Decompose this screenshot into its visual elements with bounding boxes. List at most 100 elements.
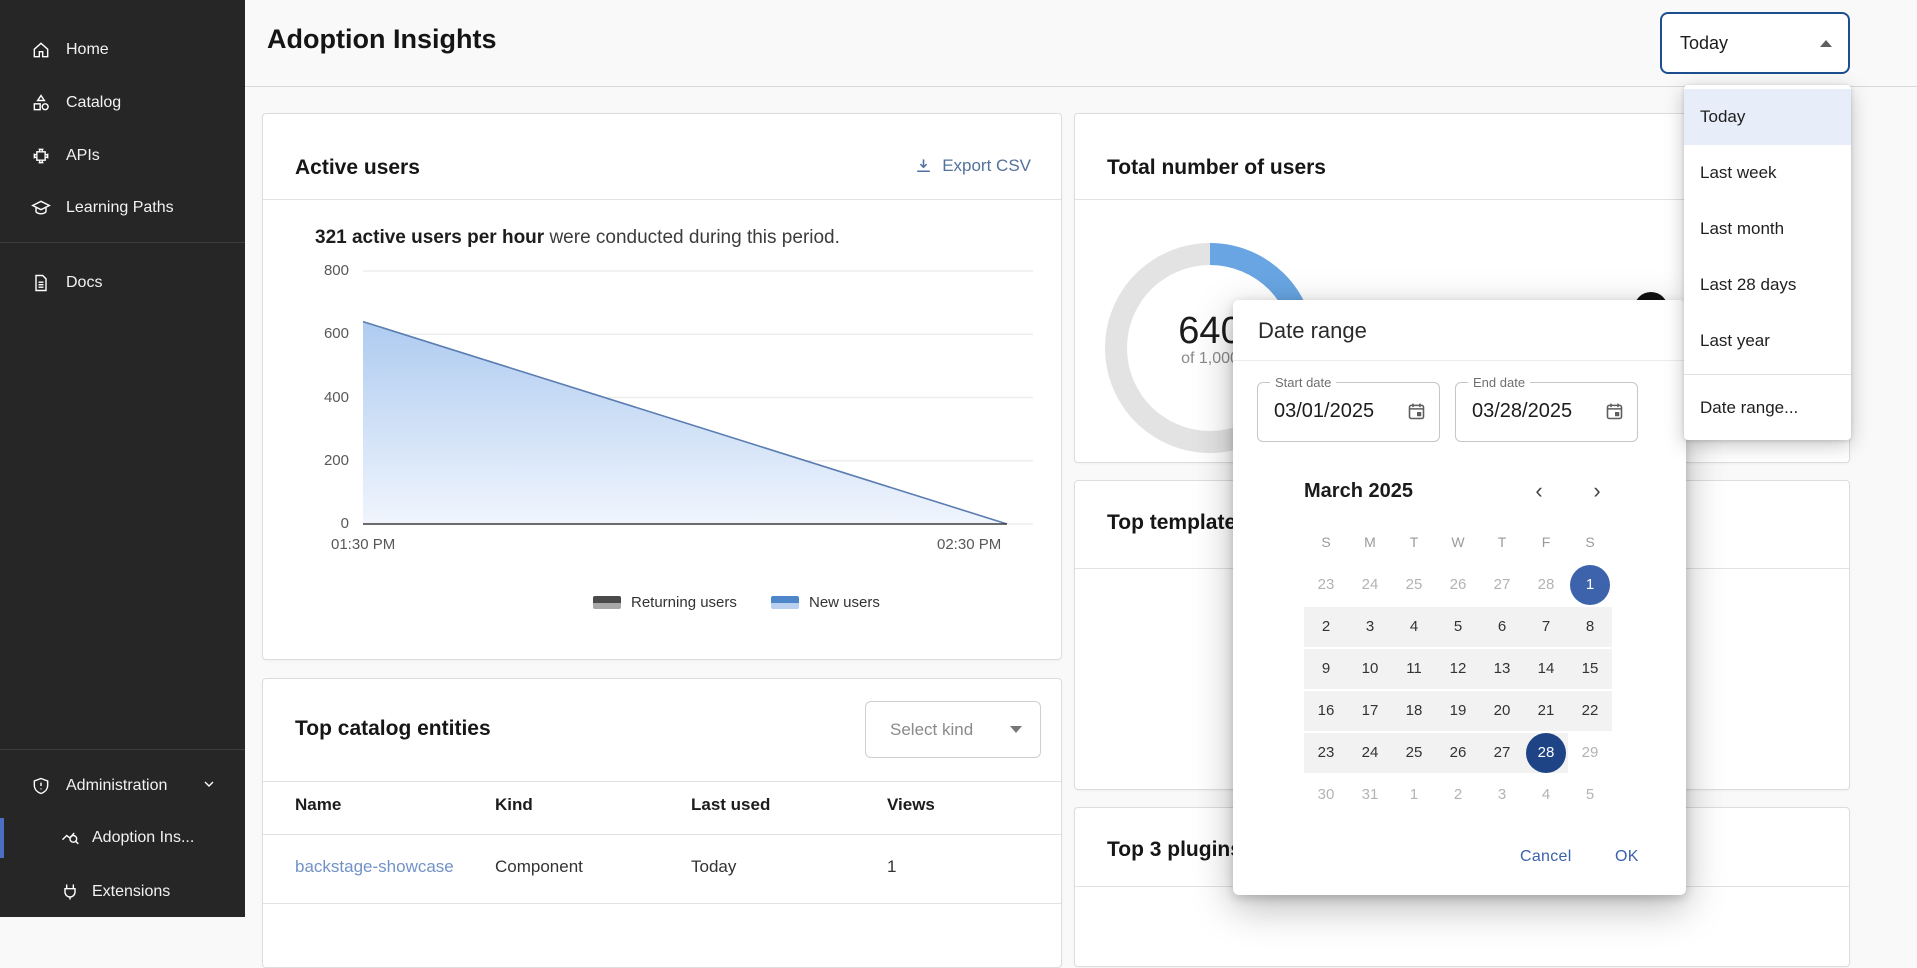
menu-item-last-28-days[interactable]: Last 28 days — [1684, 257, 1851, 313]
calendar-day[interactable]: 2 — [1304, 607, 1348, 647]
legend-returning-users: Returning users — [593, 594, 737, 611]
calendar-day[interactable]: 11 — [1392, 649, 1436, 689]
period-select[interactable]: Today — [1660, 12, 1850, 74]
calendar-day[interactable]: 27 — [1480, 733, 1524, 773]
export-csv-button[interactable]: Export CSV — [914, 156, 1031, 176]
weekday-label: W — [1436, 522, 1480, 562]
sidebar-item-administration[interactable]: Administration — [0, 766, 245, 806]
calendar-day[interactable]: 14 — [1524, 649, 1568, 689]
legend-label: New users — [809, 594, 880, 611]
calendar-day[interactable]: 9 — [1304, 649, 1348, 689]
calendar-day[interactable]: 23 — [1304, 565, 1348, 605]
calendar-next-button[interactable]: › — [1583, 478, 1611, 504]
calendar-day[interactable]: 21 — [1524, 691, 1568, 731]
ok-button[interactable]: OK — [1615, 848, 1639, 866]
table-divider — [263, 903, 1061, 904]
weekday-label: M — [1348, 522, 1392, 562]
start-date-field[interactable]: Start date 03/01/2025 — [1257, 382, 1440, 442]
x-axis-tick: 01:30 PM — [331, 536, 395, 553]
calendar-day[interactable]: 10 — [1348, 649, 1392, 689]
calendar-day[interactable]: 24 — [1348, 733, 1392, 773]
calendar-day[interactable]: 27 — [1480, 565, 1524, 605]
calendar-day[interactable]: 17 — [1348, 691, 1392, 731]
y-axis-tick: 800 — [301, 262, 349, 279]
entity-name-link[interactable]: backstage-showcase — [295, 857, 454, 877]
card-title: Top 3 plugins — [1107, 838, 1242, 862]
calendar-day[interactable]: 2 — [1436, 775, 1480, 815]
calendar-icon — [1604, 401, 1625, 422]
shield-icon — [31, 776, 51, 796]
summary-bold: 321 active users per hour — [315, 227, 544, 248]
calendar-day[interactable]: 12 — [1436, 649, 1480, 689]
calendar-day[interactable]: 23 — [1304, 733, 1348, 773]
header-divider — [245, 86, 1917, 87]
card-header-divider — [263, 199, 1061, 200]
calendar-day[interactable]: 8 — [1568, 607, 1612, 647]
menu-item-last-year[interactable]: Last year — [1684, 313, 1851, 369]
calendar-day[interactable]: 20 — [1480, 691, 1524, 731]
calendar-day[interactable]: 28 — [1524, 733, 1568, 773]
calendar-day[interactable]: 31 — [1348, 775, 1392, 815]
period-menu: Today Last week Last month Last 28 days … — [1684, 85, 1851, 440]
card-title: Top catalog entities — [295, 717, 491, 741]
calendar-day[interactable]: 7 — [1524, 607, 1568, 647]
weekday-label: T — [1480, 522, 1524, 562]
calendar-day[interactable]: 15 — [1568, 649, 1612, 689]
menu-item-last-week[interactable]: Last week — [1684, 145, 1851, 201]
calendar-day[interactable]: 24 — [1348, 565, 1392, 605]
calendar-day[interactable]: 1 — [1568, 565, 1612, 605]
calendar-day[interactable]: 18 — [1392, 691, 1436, 731]
top-catalog-entities-card: Top catalog entities Select kind Name Ki… — [262, 678, 1062, 968]
end-date-field[interactable]: End date 03/28/2025 — [1455, 382, 1638, 442]
calendar-month-label: March 2025 — [1304, 480, 1413, 503]
legend-new-users: New users — [771, 594, 880, 611]
calendar-day[interactable]: 4 — [1524, 775, 1568, 815]
calendar-day[interactable]: 16 — [1304, 691, 1348, 731]
calendar-prev-button[interactable]: ‹ — [1525, 478, 1553, 504]
calendar-day[interactable]: 26 — [1436, 565, 1480, 605]
calendar-day[interactable]: 4 — [1392, 607, 1436, 647]
calendar-day[interactable]: 19 — [1436, 691, 1480, 731]
calendar-day[interactable]: 25 — [1392, 733, 1436, 773]
dialog-title: Date range — [1258, 318, 1367, 344]
calendar-day[interactable]: 29 — [1568, 733, 1612, 773]
calendar-icon — [1406, 401, 1427, 422]
sidebar-item-apis[interactable]: APIs — [0, 136, 245, 176]
card-title: Active users — [295, 156, 420, 180]
calendar-day[interactable]: 5 — [1568, 775, 1612, 815]
menu-item-date-range[interactable]: Date range... — [1684, 380, 1851, 436]
weekday-label: S — [1304, 522, 1348, 562]
sidebar-item-home[interactable]: Home — [0, 30, 245, 70]
menu-item-last-month[interactable]: Last month — [1684, 201, 1851, 257]
sidebar-item-label: APIs — [66, 147, 100, 165]
calendar-day[interactable]: 3 — [1348, 607, 1392, 647]
sidebar-item-catalog[interactable]: Catalog — [0, 83, 245, 123]
calendar-day[interactable]: 13 — [1480, 649, 1524, 689]
calendar-day[interactable]: 1 — [1392, 775, 1436, 815]
end-date-value: 03/28/2025 — [1472, 400, 1572, 423]
sidebar-item-learning-paths[interactable]: Learning Paths — [0, 188, 245, 228]
menu-item-today[interactable]: Today — [1684, 89, 1851, 145]
entity-last-used-cell: Today — [691, 857, 736, 877]
col-header-views: Views — [887, 795, 935, 815]
active-users-chart: 800600400200001:30 PM02:30 PM — [263, 264, 1063, 584]
sidebar-item-extensions[interactable]: Extensions — [0, 872, 245, 912]
calendar-day[interactable]: 3 — [1480, 775, 1524, 815]
chevron-down-icon — [201, 776, 217, 797]
calendar-day[interactable]: 5 — [1436, 607, 1480, 647]
cancel-button[interactable]: Cancel — [1520, 848, 1572, 866]
apis-icon — [31, 146, 51, 166]
calendar-day[interactable]: 26 — [1436, 733, 1480, 773]
sidebar-item-adoption-insights[interactable]: Adoption Ins... — [0, 818, 245, 858]
start-date-value: 03/01/2025 — [1274, 400, 1374, 423]
legend-label: Returning users — [631, 594, 737, 611]
col-header-kind: Kind — [495, 795, 533, 815]
kind-select[interactable]: Select kind — [865, 701, 1041, 758]
chevron-up-icon — [1820, 40, 1832, 47]
sidebar-item-docs[interactable]: Docs — [0, 263, 245, 303]
calendar-day[interactable]: 28 — [1524, 565, 1568, 605]
calendar-day[interactable]: 30 — [1304, 775, 1348, 815]
calendar-day[interactable]: 22 — [1568, 691, 1612, 731]
calendar-day[interactable]: 25 — [1392, 565, 1436, 605]
calendar-day[interactable]: 6 — [1480, 607, 1524, 647]
